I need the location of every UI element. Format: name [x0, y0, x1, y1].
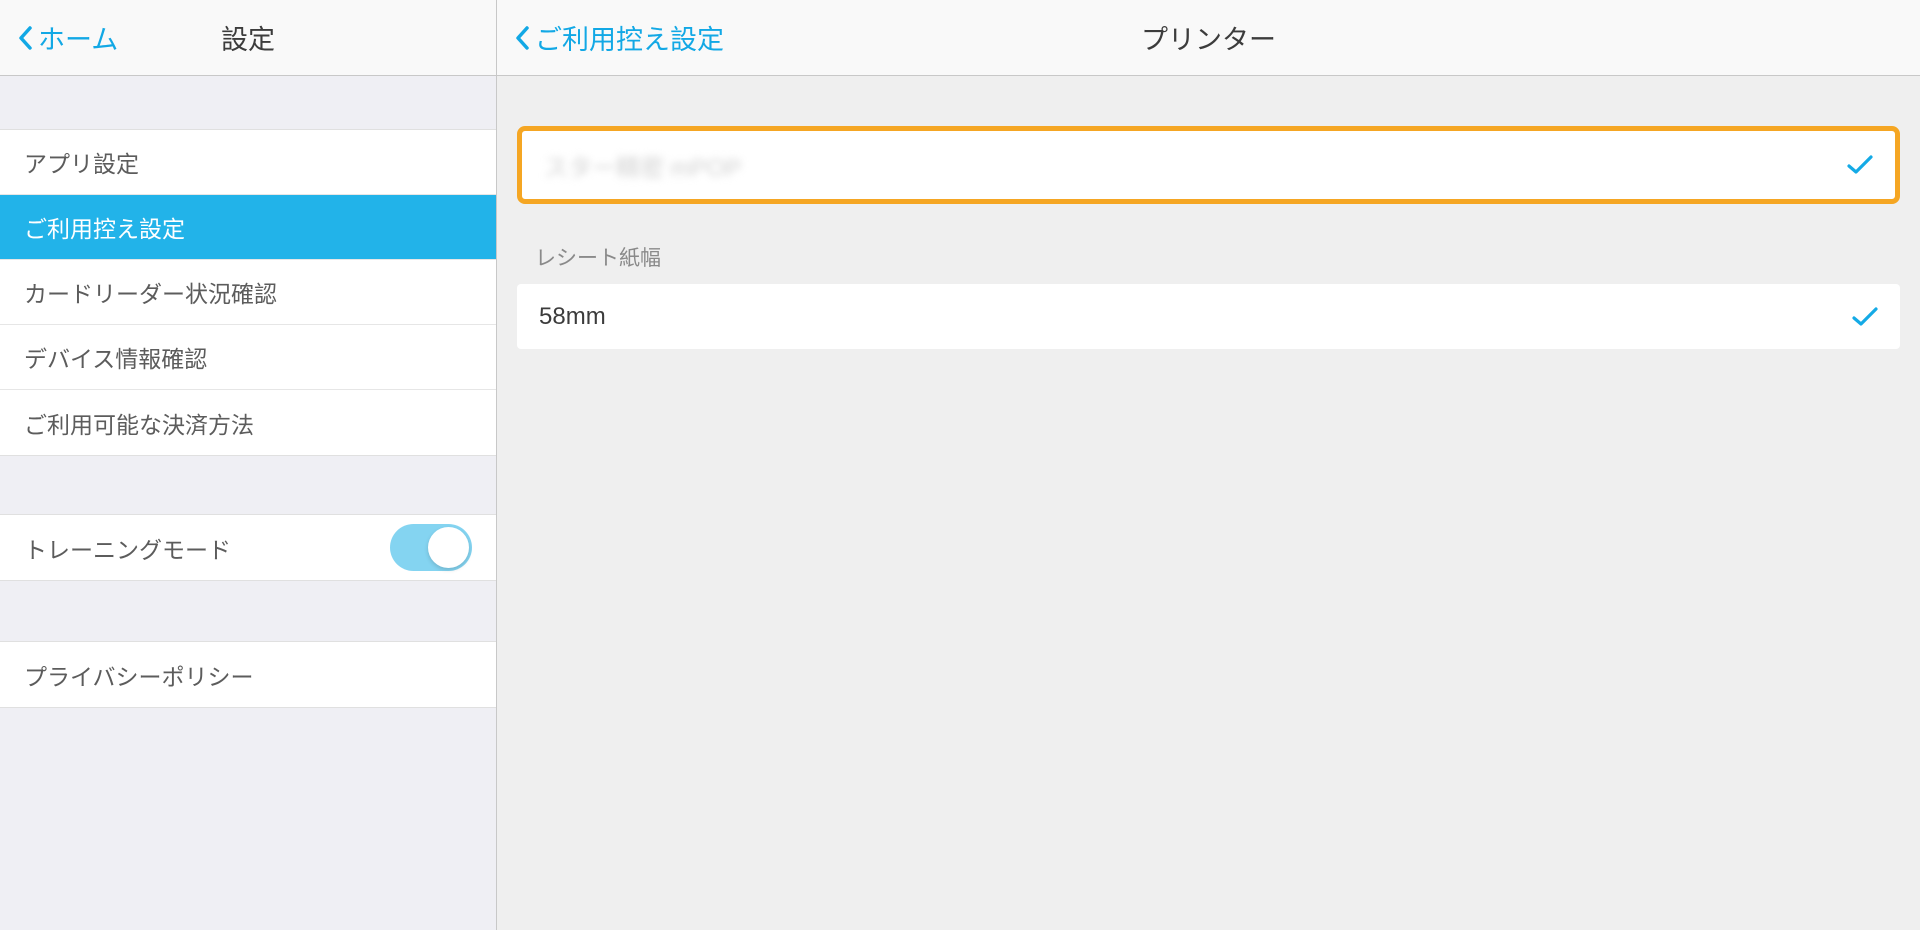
sidebar-item-label: アプリ設定 [24, 145, 139, 179]
toggle-knob [428, 527, 469, 568]
checkmark-icon [1852, 307, 1878, 327]
sidebar-item-app-settings[interactable]: アプリ設定 [0, 130, 496, 195]
checkmark-icon [1847, 155, 1873, 175]
sidebar-item-card-reader-status[interactable]: カードリーダー状況確認 [0, 260, 496, 325]
back-to-home-label: ホーム [38, 18, 118, 57]
sidebar-item-label: ご利用控え設定 [24, 210, 185, 244]
sidebar-header: ホーム 設定 [0, 0, 496, 76]
settings-sidebar: ホーム 設定 アプリ設定 ご利用控え設定 カードリーダー状況確認 デバイス情報確… [0, 0, 497, 930]
back-to-receipt-settings-button[interactable]: ご利用控え設定 [515, 18, 724, 57]
sidebar-item-label: プライバシーポリシー [24, 658, 254, 692]
sidebar-item-label: デバイス情報確認 [24, 340, 207, 374]
paper-width-value: 58mm [539, 303, 606, 331]
chevron-left-icon [18, 26, 32, 50]
sidebar-group-training: トレーニングモード [0, 514, 496, 581]
sidebar-item-device-info[interactable]: デバイス情報確認 [0, 325, 496, 390]
sidebar-item-privacy-policy[interactable]: プライバシーポリシー [0, 642, 496, 707]
printer-name-blurred: スター精密 mPOP [544, 148, 741, 183]
sidebar-item-label: ご利用可能な決済方法 [24, 406, 254, 440]
sidebar-item-receipt-settings[interactable]: ご利用控え設定 [0, 195, 496, 260]
sidebar-group-privacy: プライバシーポリシー [0, 641, 496, 708]
sidebar-group-main: アプリ設定 ご利用控え設定 カードリーダー状況確認 デバイス情報確認 ご利用可能… [0, 129, 496, 456]
training-mode-row: トレーニングモード [0, 515, 496, 580]
chevron-left-icon [515, 26, 529, 50]
back-to-receipt-settings-label: ご利用控え設定 [535, 18, 724, 57]
training-mode-toggle[interactable] [390, 524, 472, 571]
training-mode-label: トレーニングモード [24, 531, 231, 565]
detail-panel: ご利用控え設定 プリンター スター精密 mPOP レシート紙幅 58mm [497, 0, 1920, 930]
paper-width-row[interactable]: 58mm [517, 284, 1900, 349]
paper-width-section-label: レシート紙幅 [517, 242, 1900, 284]
detail-header: ご利用控え設定 プリンター [497, 0, 1920, 76]
printer-selection-row[interactable]: スター精密 mPOP [517, 126, 1900, 204]
detail-content: スター精密 mPOP レシート紙幅 58mm [497, 76, 1920, 349]
back-to-home-button[interactable]: ホーム [18, 18, 118, 57]
sidebar-item-payment-methods[interactable]: ご利用可能な決済方法 [0, 390, 496, 455]
sidebar-item-label: カードリーダー状況確認 [24, 275, 277, 309]
